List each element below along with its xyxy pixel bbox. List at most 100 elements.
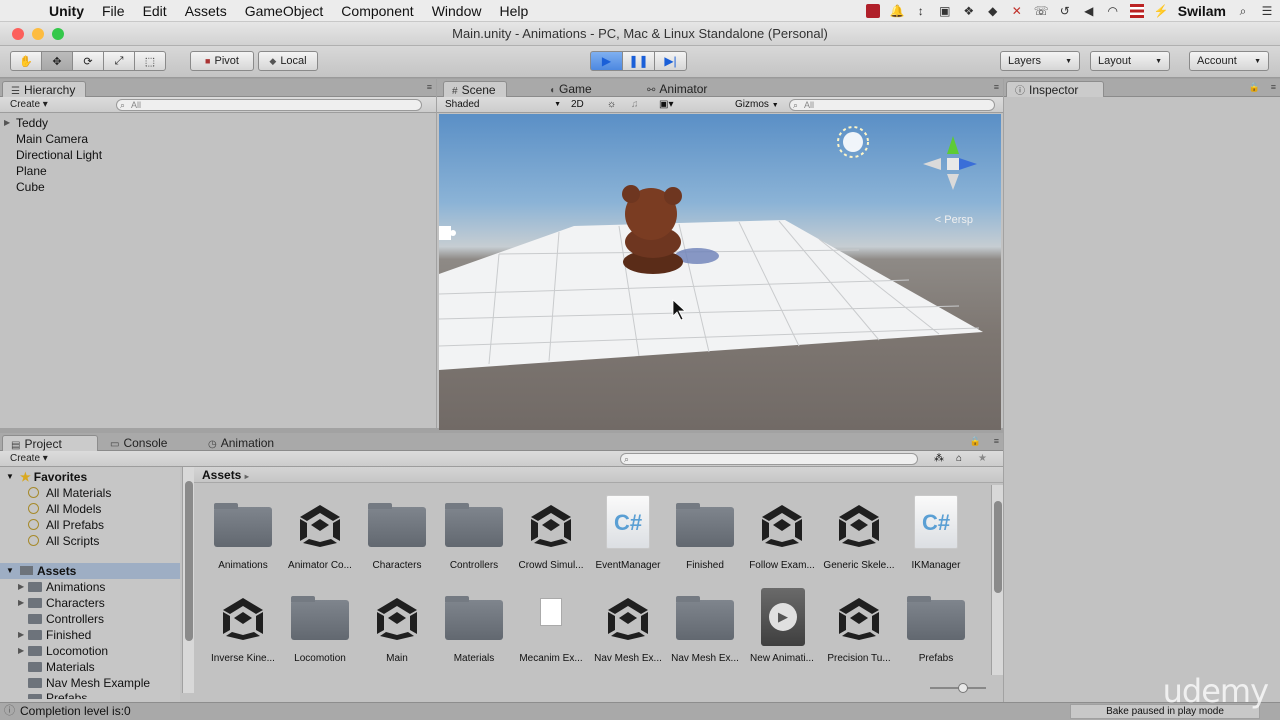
gizmos-dropdown[interactable]: Gizmos ▼ (735, 98, 779, 113)
folder-finished[interactable]: ▶ Finished (0, 627, 180, 643)
phone-icon[interactable]: ☏ (1034, 4, 1049, 18)
hierarchy-search-input[interactable]: ⌕ All (116, 99, 422, 111)
asset-item[interactable]: Generic Skele... (822, 495, 896, 579)
record-icon[interactable] (865, 4, 880, 18)
toggle-2d-button[interactable]: 2D (571, 98, 584, 112)
asset-item[interactable]: Nav Mesh Ex... (668, 588, 742, 672)
asset-item[interactable]: Characters (360, 495, 434, 579)
asset-item[interactable]: ▶ New Animati... (745, 588, 819, 672)
assets-section[interactable]: ▼ Assets (0, 563, 180, 579)
rotate-tool-button[interactable]: ⟳ (72, 51, 104, 71)
lock-icon[interactable]: 🔒 (1249, 82, 1260, 93)
tab-inspector[interactable]: ⓘ Inspector (1006, 81, 1104, 97)
panel-menu-icon[interactable]: ≡ (994, 82, 999, 92)
tab-game[interactable]: ◖ Game (541, 81, 602, 97)
expand-triangle-icon[interactable]: ▶ (4, 115, 10, 131)
wifi-icon[interactable]: ◠ (1106, 4, 1120, 18)
filter-by-type-icon[interactable]: ⁂ (934, 452, 944, 466)
asset-item[interactable]: Precision Tu... (822, 588, 896, 672)
pivot-toggle[interactable]: ■ Pivot (190, 51, 254, 71)
tab-scene[interactable]: # Scene (443, 81, 507, 97)
folder-prefabs[interactable]: Prefabs (0, 691, 180, 699)
move-tool-button[interactable]: ✥ (41, 51, 73, 71)
scene-audio-icon[interactable]: ♫ (631, 98, 639, 112)
expand-triangle-icon[interactable]: ▶ (18, 627, 24, 643)
expand-triangle-icon[interactable]: ▶ (18, 643, 24, 659)
asset-item[interactable]: Animations (206, 495, 280, 579)
scrollbar-thumb[interactable] (994, 501, 1002, 593)
tab-animation[interactable]: ◷ Animation (200, 435, 284, 451)
favorite-all-prefabs[interactable]: All Prefabs (0, 517, 180, 533)
favorites-section[interactable]: ▼ ★ Favorites (0, 469, 180, 485)
hierarchy-item-plane[interactable]: Plane (0, 163, 436, 179)
slider-thumb[interactable] (958, 683, 968, 693)
play-button[interactable]: ▶ (590, 51, 623, 71)
layers-dropdown[interactable]: Layers ▼ (1000, 51, 1080, 71)
hierarchy-item-directional-light[interactable]: Directional Light (0, 147, 436, 163)
asset-item[interactable]: Mecanim Ex... (514, 588, 588, 672)
menu-component[interactable]: Component (332, 3, 422, 19)
hand-tool-button[interactable]: ✋ (10, 51, 42, 71)
mute-status-icon[interactable]: ✕ (1010, 4, 1024, 18)
local-toggle[interactable]: ◆ Local (258, 51, 318, 71)
asset-item[interactable]: Finished (668, 495, 742, 579)
asset-item[interactable]: C# EventManager (591, 495, 665, 579)
icon-size-slider[interactable] (930, 683, 986, 693)
expand-triangle-icon[interactable]: ▼ (6, 563, 14, 579)
expand-triangle-icon[interactable]: ▶ (18, 595, 24, 611)
project-create-button[interactable]: Create ▾ (4, 452, 54, 466)
panel-menu-icon[interactable]: ≡ (994, 436, 999, 446)
lock-icon[interactable]: 🔒 (970, 436, 981, 447)
spotlight-search-icon[interactable]: ⌕ (1236, 4, 1250, 18)
layout-dropdown[interactable]: Layout ▼ (1090, 51, 1170, 71)
time-machine-icon[interactable]: ↺ (1058, 4, 1072, 18)
tab-project[interactable]: ▤ Project (2, 435, 98, 451)
account-dropdown[interactable]: Account ▼ (1189, 51, 1269, 71)
folder-characters[interactable]: ▶ Characters (0, 595, 180, 611)
notification-center-icon[interactable]: ☰ (1260, 4, 1274, 18)
scene-effects-icon[interactable]: ▣▾ (659, 98, 673, 112)
hierarchy-item-main-camera[interactable]: Main Camera (0, 131, 436, 147)
menu-app-name[interactable]: Unity (40, 3, 93, 19)
scene-lighting-icon[interactable]: ☼ (607, 98, 616, 112)
sync-arrows-icon[interactable]: ↕ (914, 4, 928, 18)
asset-item[interactable]: C# IKManager (899, 495, 973, 579)
volume-icon[interactable]: ◀ (1082, 4, 1096, 18)
panel-menu-icon[interactable]: ≡ (1271, 82, 1276, 92)
dropbox-icon[interactable]: ❖ (962, 4, 976, 18)
hierarchy-item-teddy[interactable]: ▶ Teddy (0, 115, 436, 131)
window-icon[interactable]: ▣ (938, 4, 952, 18)
panel-menu-icon[interactable]: ≡ (427, 82, 432, 92)
folder-locomotion[interactable]: ▶ Locomotion (0, 643, 180, 659)
scene-search-input[interactable]: ⌕ All (789, 99, 995, 111)
favorite-all-scripts[interactable]: All Scripts (0, 533, 180, 549)
menu-assets[interactable]: Assets (176, 3, 236, 19)
folder-controllers[interactable]: Controllers (0, 611, 180, 627)
tab-hierarchy[interactable]: ☰ Hierarchy (2, 81, 87, 97)
asset-item[interactable]: Inverse Kine... (206, 588, 280, 672)
asset-item[interactable]: Animator Co... (283, 495, 357, 579)
project-search-input[interactable]: ⌕ (620, 453, 918, 465)
hierarchy-item-cube[interactable]: Cube (0, 179, 436, 195)
perspective-label[interactable]: < Persp (935, 214, 973, 226)
hierarchy-create-button[interactable]: Create ▾ (4, 98, 54, 112)
us-flag-icon[interactable] (1129, 4, 1144, 18)
asset-item[interactable]: Crowd Simul... (514, 495, 588, 579)
folder-animations[interactable]: ▶ Animations (0, 579, 180, 595)
evernote-icon[interactable]: ◆ (986, 4, 1000, 18)
favorite-star-icon[interactable]: ★ (978, 452, 987, 466)
expand-triangle-icon[interactable]: ▶ (18, 579, 24, 595)
asset-item[interactable]: Locomotion (283, 588, 357, 672)
favorite-all-models[interactable]: All Models (0, 501, 180, 517)
battery-icon[interactable]: ⚡ (1154, 4, 1169, 18)
asset-item[interactable]: Follow Exam... (745, 495, 819, 579)
tab-animator[interactable]: ⚯ Animator (639, 81, 717, 97)
zoom-window-button[interactable] (52, 28, 64, 40)
rect-tool-button[interactable]: ⬚ (134, 51, 166, 71)
folder-materials[interactable]: Materials (0, 659, 180, 675)
tab-console[interactable]: ▭ Console (102, 435, 177, 451)
folder-nav-mesh-example[interactable]: Nav Mesh Example (0, 675, 180, 691)
step-button[interactable]: ▶| (654, 51, 687, 71)
asset-item[interactable]: Controllers (437, 495, 511, 579)
close-window-button[interactable] (12, 28, 24, 40)
